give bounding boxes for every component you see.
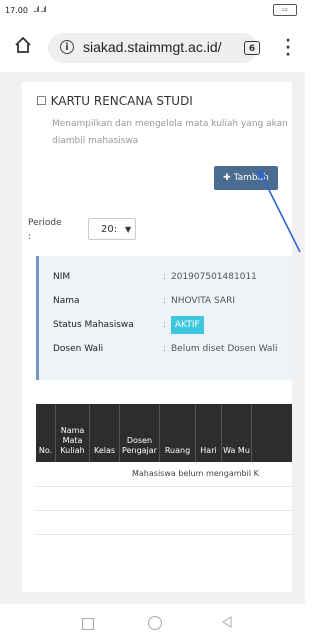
krs-panel: ☐ KARTU RENCANA STUDI Menampilkan dan me… [22,82,292,592]
empty-message: Mahasiswa belum mengambil K [132,469,259,478]
row-divider [36,510,292,511]
back-icon[interactable] [220,615,234,629]
edit-icon: ☐ [36,94,47,108]
row-divider [36,534,292,535]
tab-count-button[interactable]: 6 [244,41,260,55]
plus-icon: ✚ [223,173,231,183]
recent-apps-icon[interactable] [82,618,94,630]
col-hari: Hari [196,404,222,462]
info-row-nim: NIM : 201907501481011 [53,272,257,282]
home-button-icon[interactable] [148,616,162,630]
col-mata-kuliah: Nama Mata Kuliah [56,404,90,462]
krs-table: No. Nama Mata Kuliah Kelas Dosen Pengaja… [36,404,292,554]
page-content: ☐ KARTU RENCANA STUDI Menampilkan dan me… [0,72,305,604]
page-title: ☐ KARTU RENCANA STUDI [36,94,193,108]
signal-icon: ..ıl ..ıl [33,5,47,14]
url-text[interactable]: siakad.staimmgt.ac.id/ [83,39,222,55]
col-waktu: Wa Mu [222,404,252,462]
android-nav-bar [0,604,305,639]
periode-select[interactable]: 20: ▼ [88,218,136,240]
periode-label: Periode: [28,218,62,242]
status-badge: AKTIF [171,316,204,334]
status-bar: 17.00 ..ıl ..ıl ▭ [0,0,305,26]
info-row-nama: Nama : NHOVITA SARI [53,296,235,306]
add-button[interactable]: ✚ Tambah [214,166,278,190]
info-icon[interactable]: i [60,40,74,54]
info-row-status: Status Mahasiswa : AKTIF [39,316,292,336]
address-bar[interactable]: i siakad.staimmgt.ac.id/ [48,33,258,63]
status-time: 17.00 [5,6,28,15]
col-no: No. [36,404,56,462]
home-icon[interactable] [14,36,32,54]
table-row: Mahasiswa belum mengambil K [36,462,292,487]
battery-icon: ▭ [273,4,297,16]
col-dosen: Dosen Pengajar [120,404,160,462]
page-description: Menampilkan dan mengelola mata kuliah ya… [52,119,288,146]
table-header: No. Nama Mata Kuliah Kelas Dosen Pengaja… [36,404,292,462]
dropdown-arrow-icon: ▼ [125,225,132,234]
info-row-dosen-wali: Dosen Wali : Belum diset Dosen Wali [53,344,278,354]
more-menu-icon[interactable]: · · · [284,34,292,62]
browser-toolbar: i siakad.staimmgt.ac.id/ 6 · · · [0,26,305,72]
col-ruang: Ruang [160,404,196,462]
col-kelas: Kelas [90,404,120,462]
student-info-box: NIM : 201907501481011 Nama : NHOVITA SAR… [36,256,292,380]
